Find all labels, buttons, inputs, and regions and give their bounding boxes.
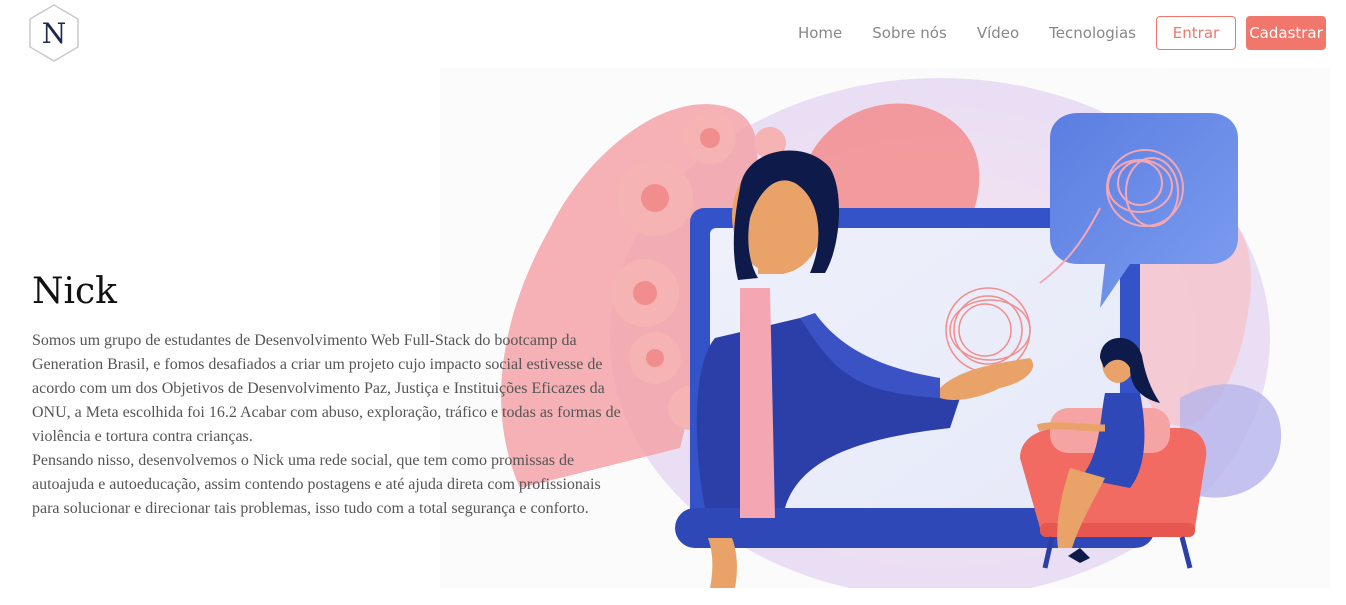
hero-paragraph-1: Somos um grupo de estudantes de Desenvol… <box>32 332 621 446</box>
nav-link-video[interactable]: Vídeo <box>977 16 1019 50</box>
hero-title: Nick <box>32 271 117 312</box>
nav-link-sobre-nos[interactable]: Sobre nós <box>872 16 947 50</box>
hero-content: Nick Somos um grupo de estudantes de Des… <box>32 270 622 521</box>
nav-link-tecnologias[interactable]: Tecnologias <box>1049 16 1136 50</box>
nav-links: Home Sobre nós Vídeo Tecnologias Entrar … <box>798 16 1326 50</box>
login-button[interactable]: Entrar <box>1156 16 1236 50</box>
hexagon-logo-icon: N <box>29 4 79 62</box>
navbar: N Home Sobre nós Vídeo Tecnologias Entra… <box>0 0 1346 68</box>
signup-button[interactable]: Cadastrar <box>1246 16 1326 50</box>
brand-logo[interactable]: N <box>27 3 81 63</box>
hero-paragraph-2: Pensando nisso, desenvolvemos o Nick uma… <box>32 452 601 518</box>
nav-link-home[interactable]: Home <box>798 16 842 50</box>
logo-letter: N <box>42 17 67 50</box>
